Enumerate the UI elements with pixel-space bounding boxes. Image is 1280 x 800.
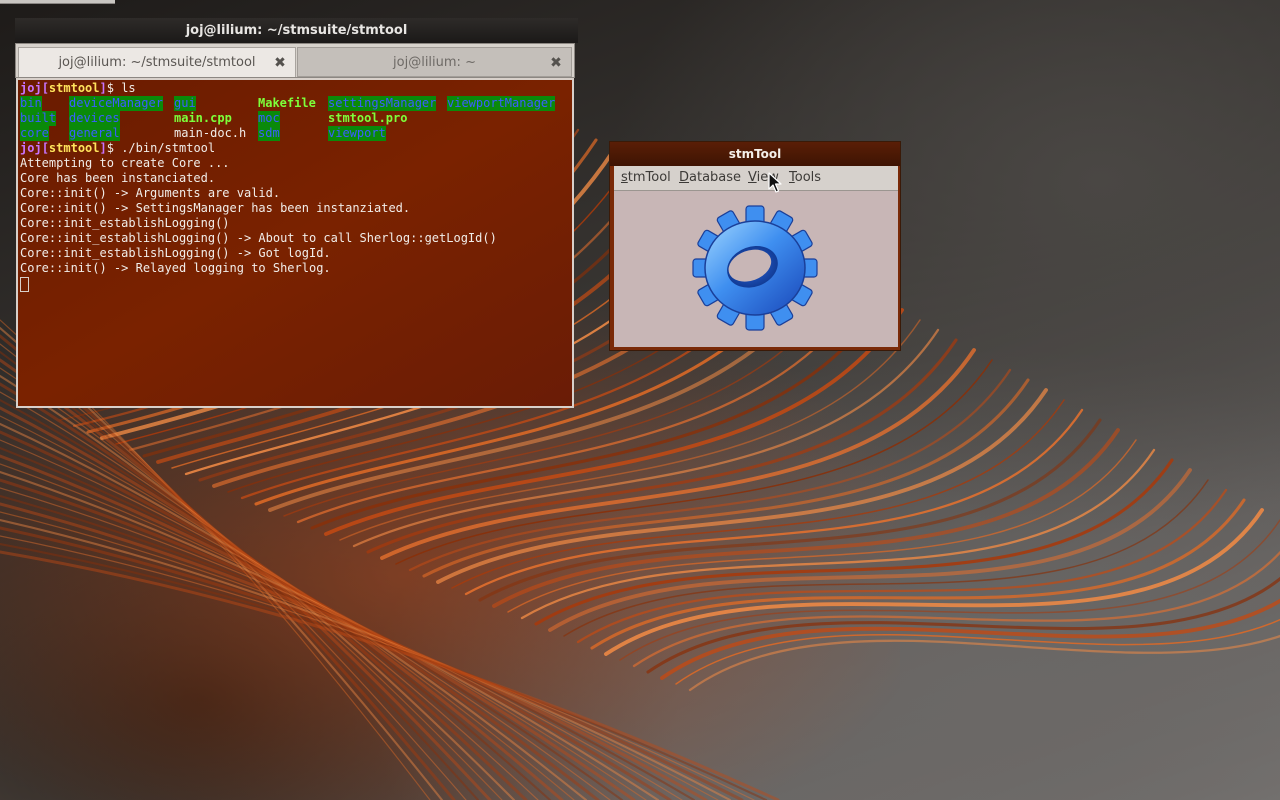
- gear-icon: [692, 205, 818, 331]
- prompt-line: joj[stmtool]$ ls: [20, 81, 570, 96]
- menu-label: atabase: [689, 170, 742, 185]
- menu-tools[interactable]: Tools: [789, 166, 821, 190]
- ls-output: bin deviceManager gui Makefile settingsManag…: [20, 96, 570, 141]
- menu-bar: stmTool Database View Tools: [614, 166, 898, 191]
- command-text: ls: [113, 81, 136, 95]
- ls-entry: general: [69, 126, 120, 141]
- ls-entry: main-doc.h: [174, 126, 247, 140]
- prompt-bracket: [: [41, 141, 49, 155]
- ls-entry: sdm: [258, 126, 280, 141]
- ls-entry: devices: [69, 111, 120, 126]
- prompt-line: joj[stmtool]$ ./bin/stmtool: [20, 141, 570, 156]
- prompt-dir: stmtool: [48, 81, 100, 95]
- prompt-bracket: [: [41, 81, 49, 95]
- close-icon[interactable]: ✖: [548, 48, 564, 78]
- output-line: Core has been instanciated.: [20, 171, 216, 185]
- stmtool-main-area: [614, 191, 898, 347]
- ls-entry: viewport: [328, 126, 386, 141]
- menu-database[interactable]: Database: [679, 166, 741, 190]
- prompt-bracket: ]: [99, 81, 107, 95]
- output-line: Core::init() -> SettingsManager has been…: [20, 201, 411, 215]
- stmtool-window[interactable]: stmTool stmTool Database View Tools: [609, 141, 901, 351]
- output-line: Core::init() -> Relayed logging to Sherl…: [20, 261, 331, 275]
- program-output: Attempting to create Core ... Core has be…: [20, 156, 570, 276]
- ls-entry: gui: [174, 96, 196, 111]
- ls-row: built devices main.cpp moc stmtool.pro: [20, 111, 570, 126]
- ls-entry: Makefile: [258, 96, 316, 110]
- menu-label: tmTool: [627, 170, 671, 185]
- output-line: Core::init() -> Arguments are valid.: [20, 186, 281, 200]
- ls-entry: deviceManager: [69, 96, 163, 111]
- terminal-output[interactable]: joj[stmtool]$ ls bin deviceManager gui Make…: [16, 78, 574, 408]
- output-line: Attempting to create Core ...: [20, 156, 230, 170]
- menu-label: ools: [794, 170, 822, 185]
- tab-stmtool[interactable]: joj@lilium: ~/stmsuite/stmtool ✖: [18, 47, 296, 77]
- ls-entry: stmtool.pro: [328, 111, 408, 125]
- ls-entry: core: [20, 126, 49, 141]
- output-line: Core::init_establishLogging(): [20, 216, 230, 230]
- ls-entry: moc: [258, 111, 280, 126]
- panel-fragment: [0, 0, 115, 4]
- prompt-symbol: $: [106, 81, 114, 95]
- command-text: ./bin/stmtool: [113, 141, 216, 155]
- mouse-pointer-icon: [768, 172, 782, 193]
- ls-entry: built: [20, 111, 57, 126]
- prompt-bracket: ]: [99, 141, 107, 155]
- terminal-tab-bar: joj@lilium: ~/stmsuite/stmtool ✖ joj@lil…: [15, 43, 575, 78]
- cursor-line: [20, 276, 570, 292]
- ls-row: bin deviceManager gui Makefile settingsManag…: [20, 96, 570, 111]
- tab-home[interactable]: joj@lilium: ~ ✖: [297, 47, 572, 77]
- output-line: Core::init_establishLogging() -> About t…: [20, 231, 497, 245]
- ls-entry: settingsManager: [328, 96, 437, 111]
- ls-entry: bin: [20, 96, 42, 111]
- menu-accel: D: [679, 170, 690, 185]
- prompt-dir: stmtool: [48, 141, 100, 155]
- tab-label: joj@lilium: ~: [393, 55, 476, 70]
- close-icon[interactable]: ✖: [272, 48, 288, 78]
- prompt-user: joj: [20, 81, 42, 95]
- tab-label: joj@lilium: ~/stmsuite/stmtool: [58, 55, 256, 70]
- output-line: Core::init_establishLogging() -> Got log…: [20, 246, 331, 260]
- menu-accel: V: [748, 170, 757, 185]
- terminal-window[interactable]: joj@lilium: ~/stmsuite/stmtool joj@liliu…: [15, 18, 578, 408]
- ls-entry: viewportManager: [447, 96, 556, 111]
- prompt-user: joj: [20, 141, 42, 155]
- ls-entry: main.cpp: [174, 111, 232, 125]
- terminal-titlebar[interactable]: joj@lilium: ~/stmsuite/stmtool: [15, 18, 578, 43]
- text-cursor: [20, 277, 29, 292]
- prompt-symbol: $: [106, 141, 114, 155]
- ls-row: core general main-doc.h sdm viewport: [20, 126, 570, 141]
- stmtool-titlebar[interactable]: stmTool: [610, 142, 900, 166]
- menu-stmtool[interactable]: stmTool: [621, 166, 671, 190]
- menu-accel: s: [621, 170, 628, 185]
